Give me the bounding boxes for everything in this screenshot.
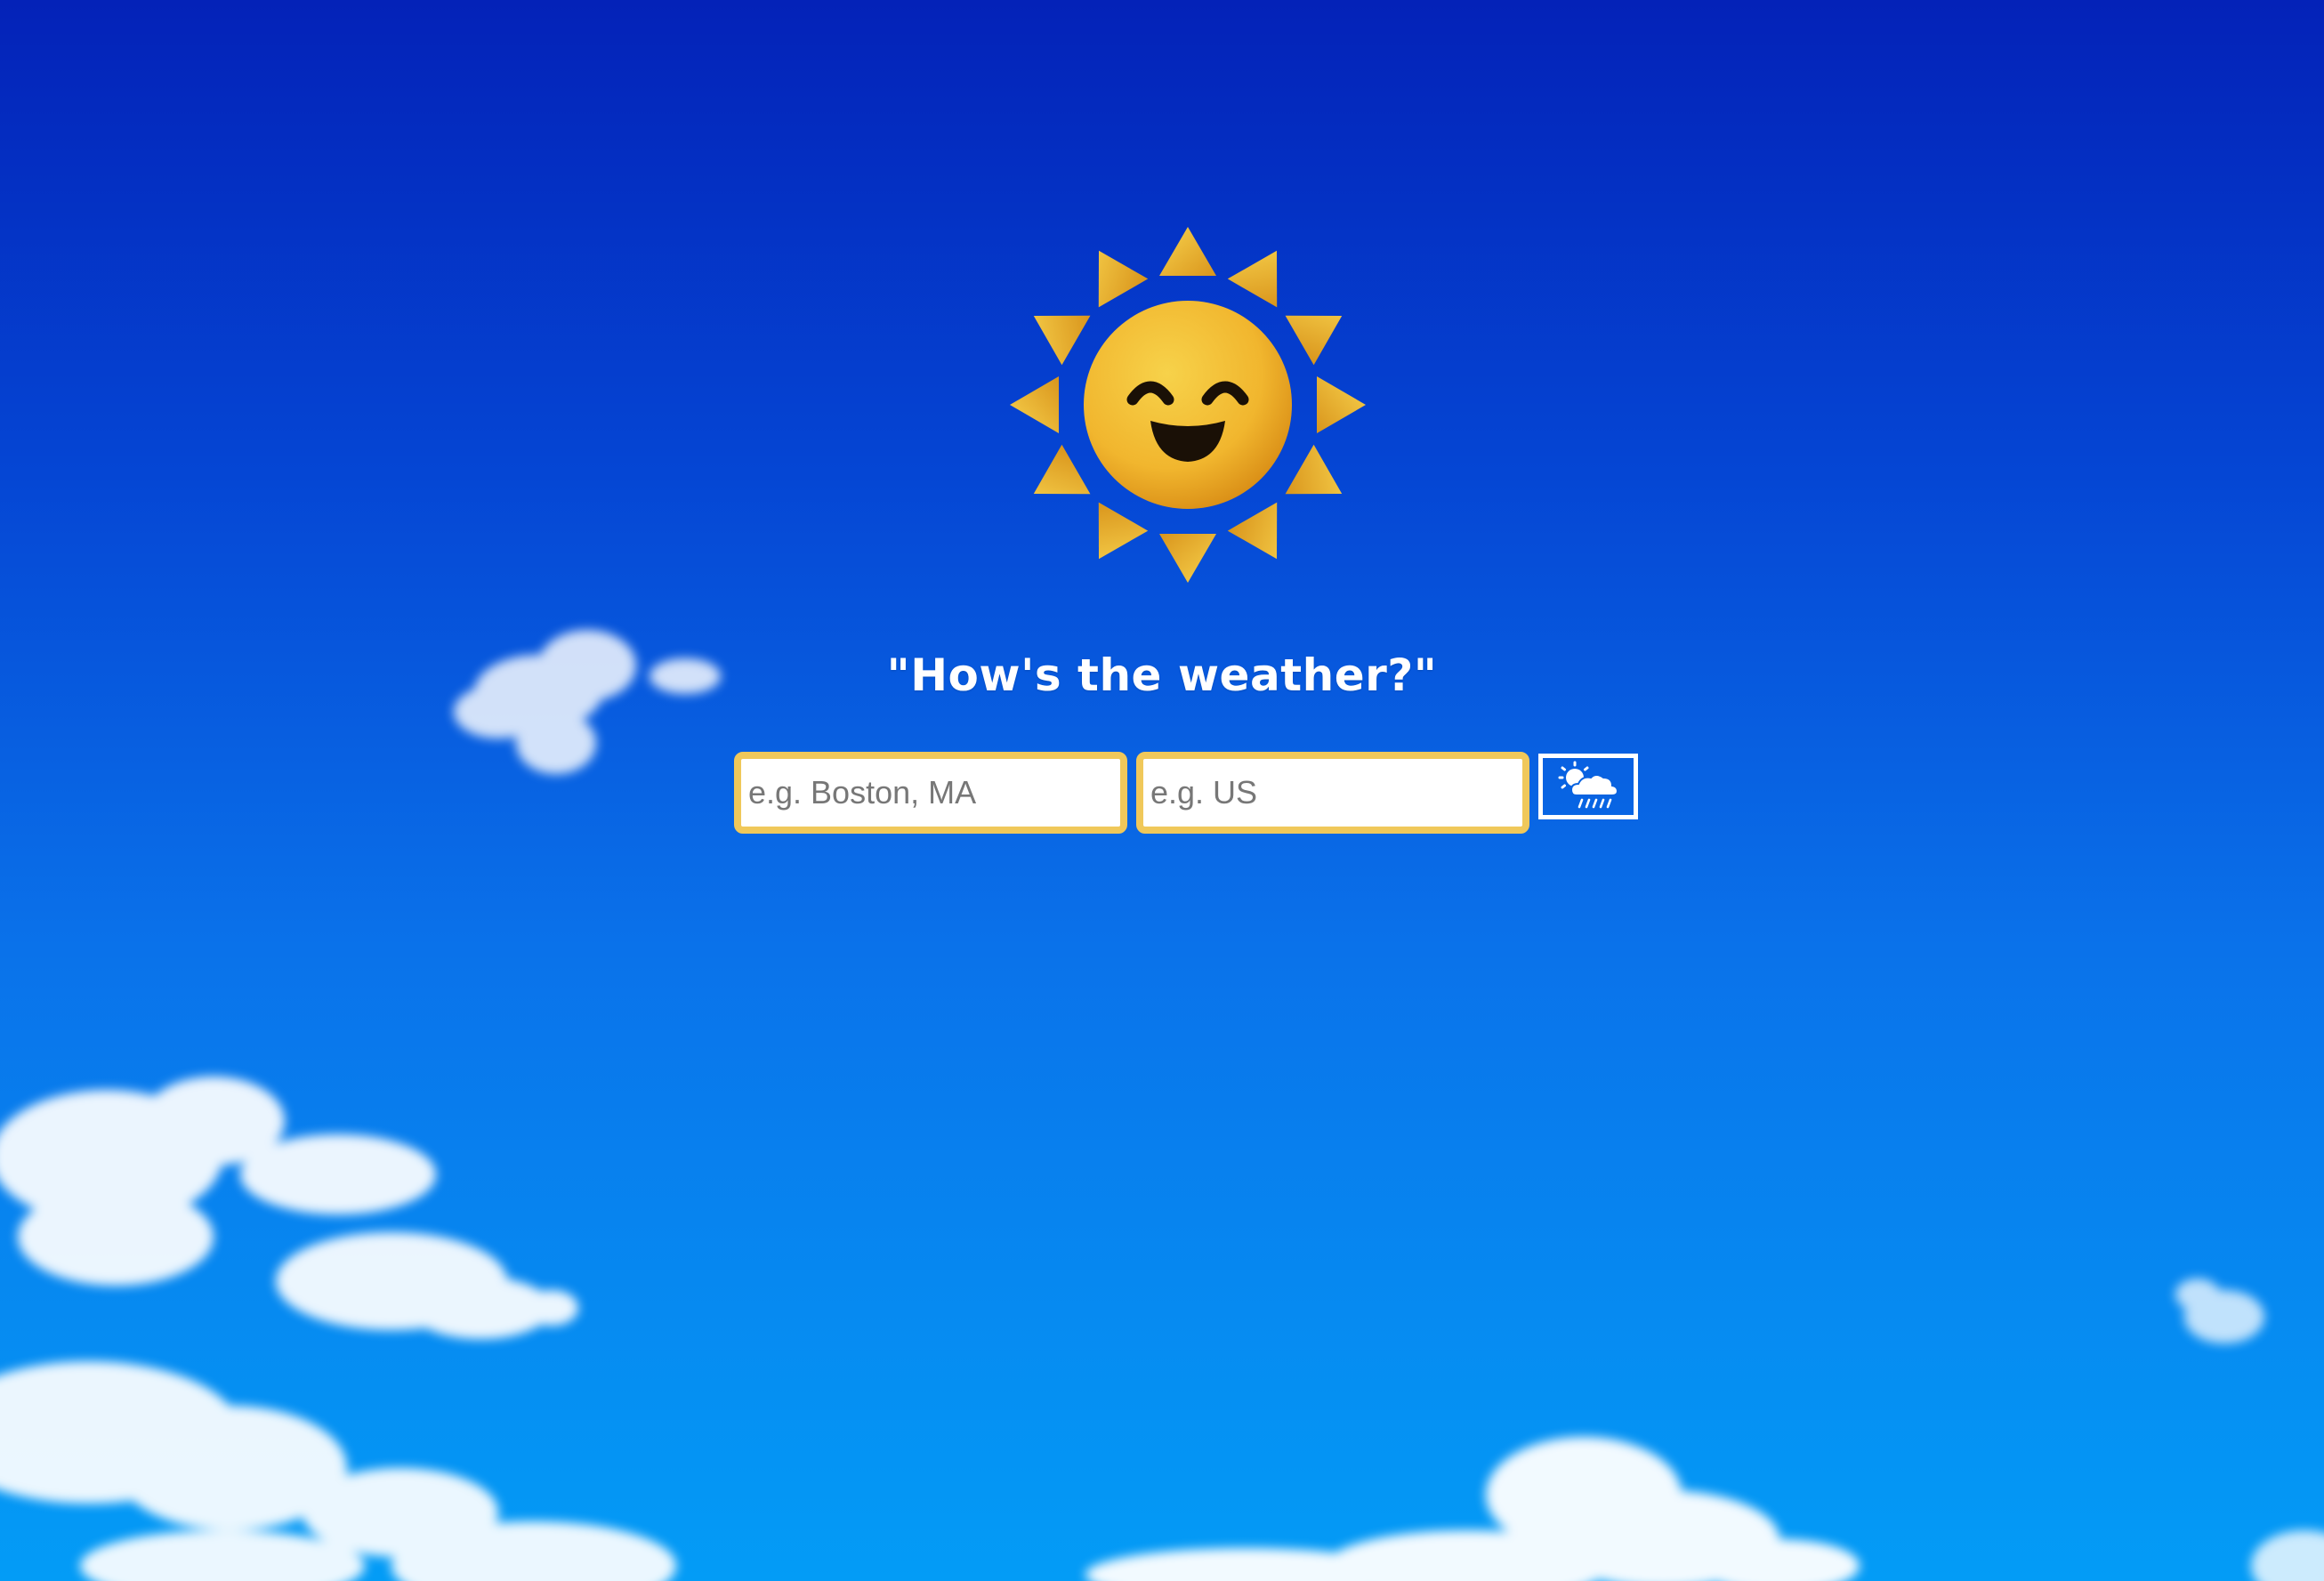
cloud-lower-left	[0, 1077, 676, 1581]
cloud-bottom-right	[2251, 1530, 2324, 1581]
country-input[interactable]	[1136, 752, 1529, 834]
cloud-bottom-center	[1085, 1437, 1860, 1581]
city-input[interactable]	[734, 752, 1127, 834]
page-title: "How's the weather?"	[886, 649, 1438, 701]
smiling-sun-icon	[1010, 227, 1366, 583]
cloud-right	[2175, 1279, 2264, 1343]
search-button[interactable]	[1538, 754, 1638, 819]
sun-cloud-rain-icon	[1558, 761, 1619, 809]
